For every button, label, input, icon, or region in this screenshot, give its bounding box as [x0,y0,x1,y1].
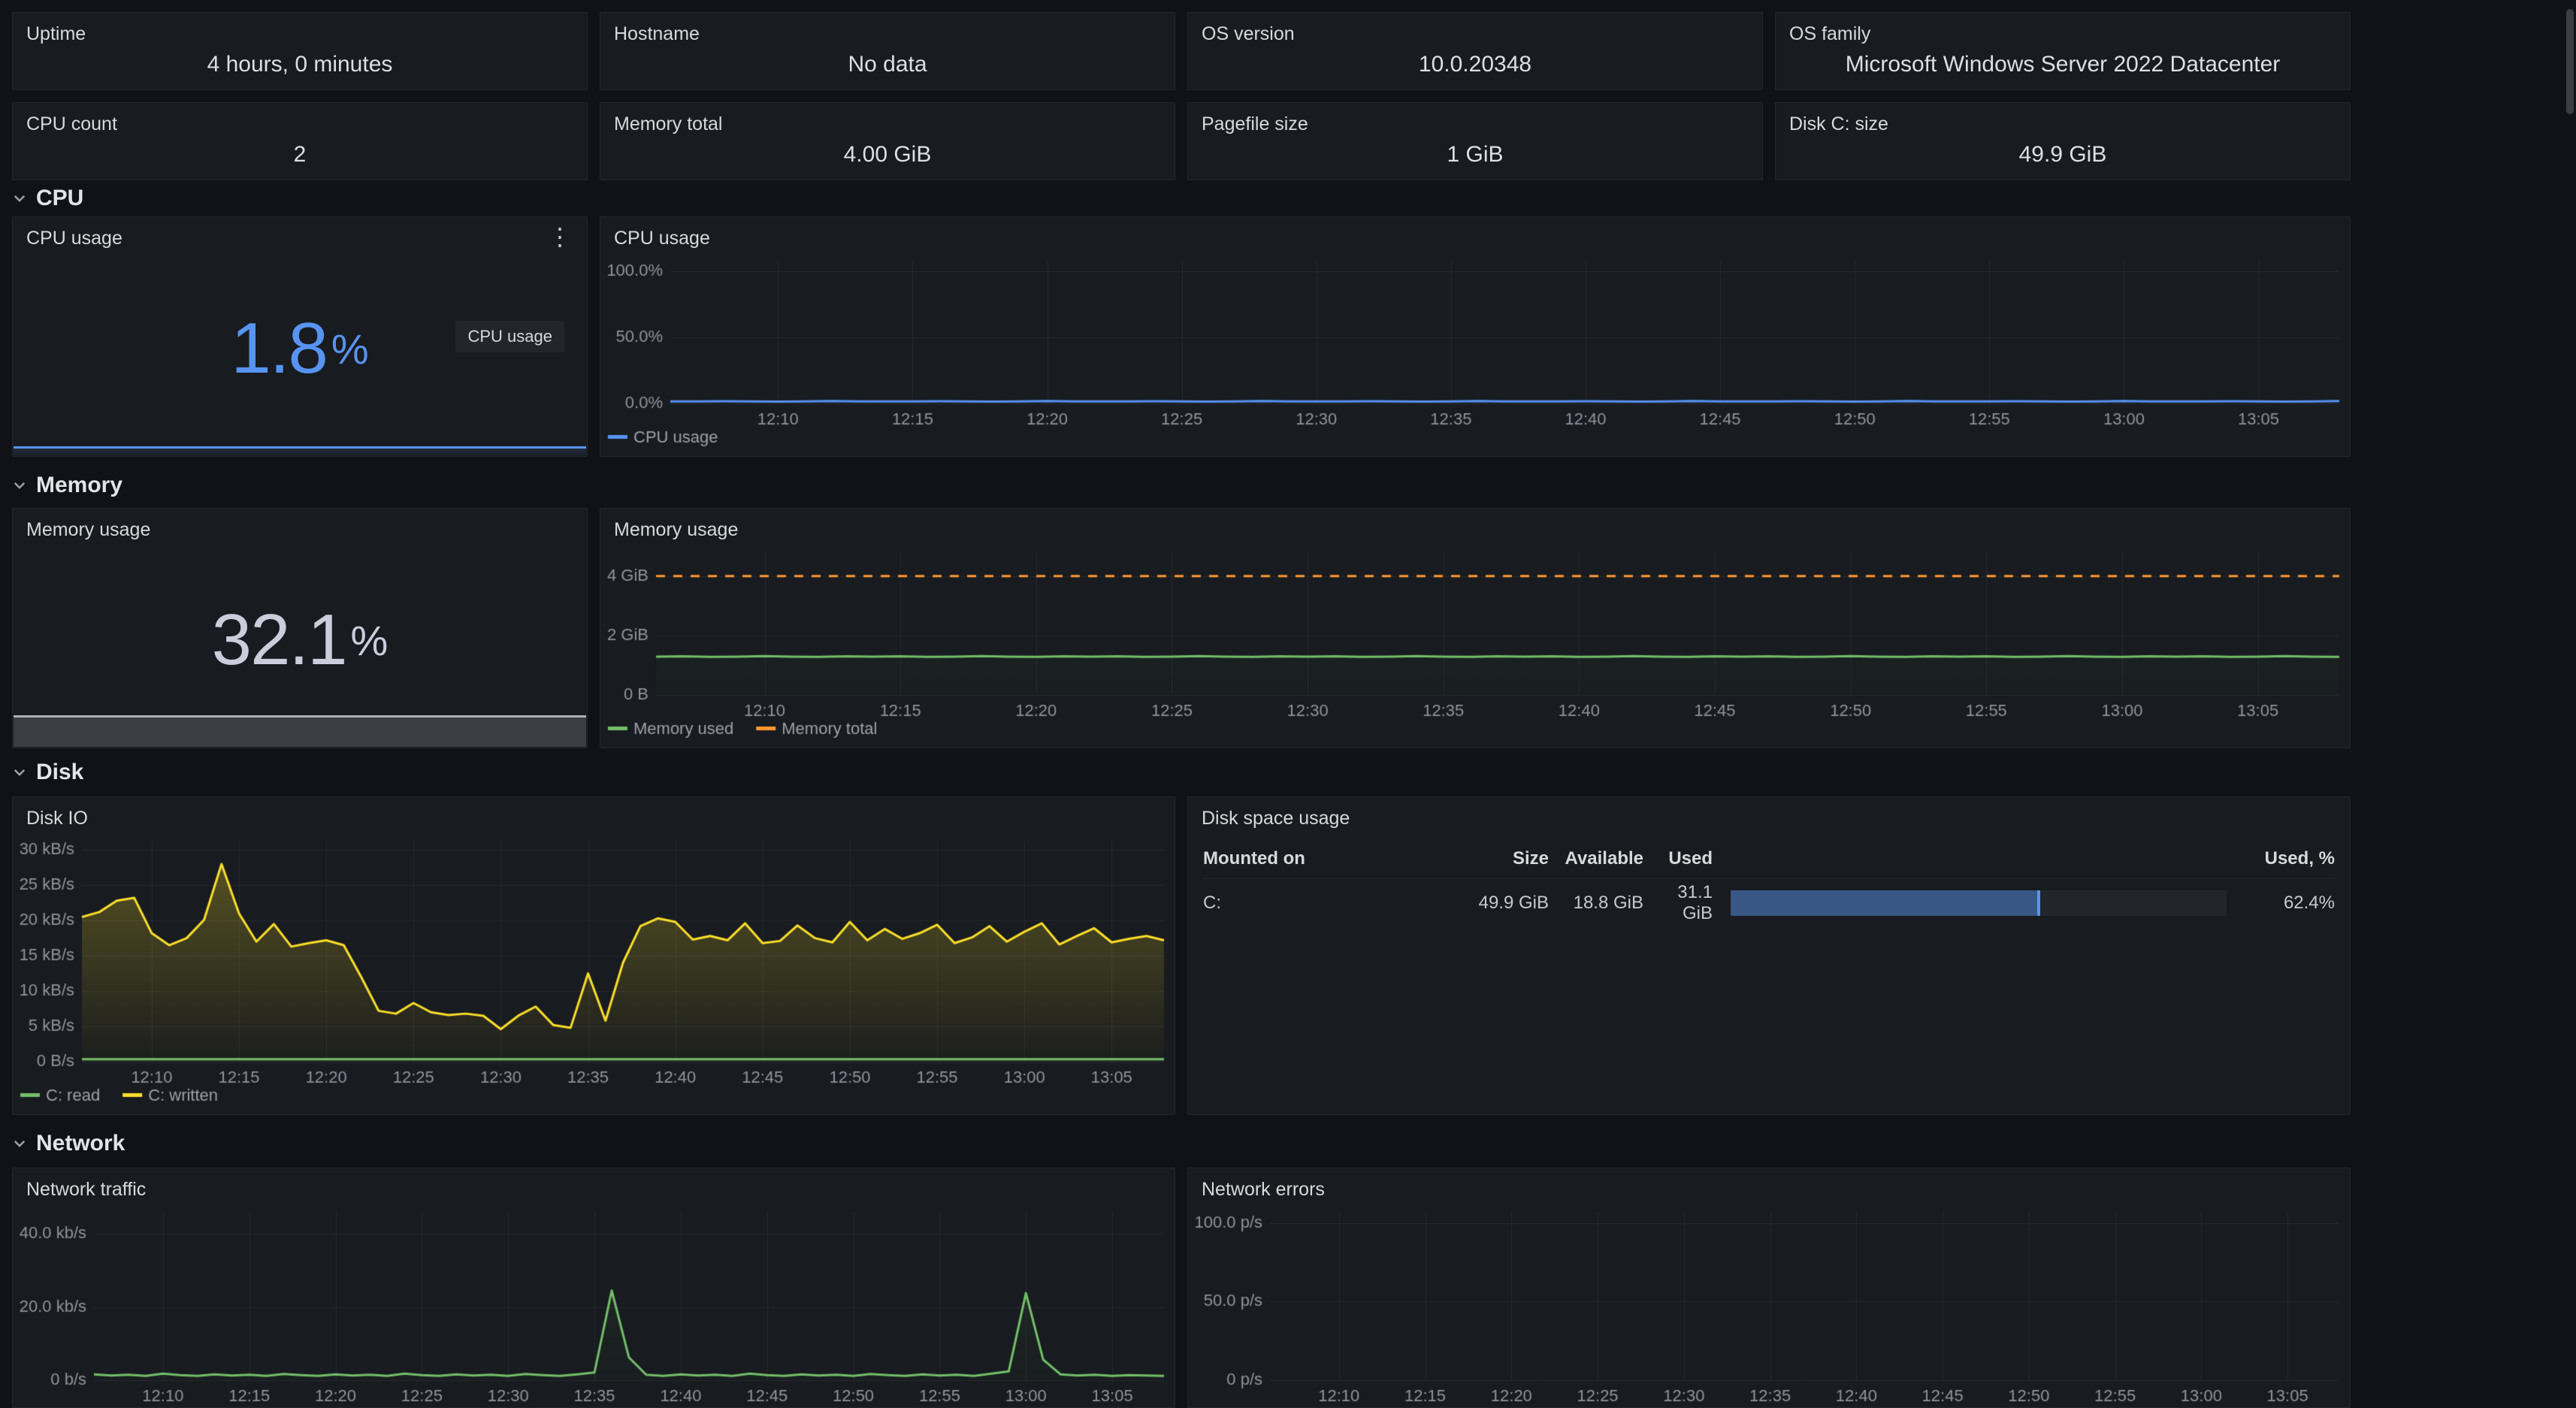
cpu-usage-stat-panel: CPU usage ⋮ 1.8 % CPU usage [12,216,588,457]
panel-title[interactable]: Uptime [13,13,587,45]
panel-title[interactable]: Memory usage [13,509,587,541]
col-header-available[interactable]: Available [1549,848,1643,869]
stat-value: 1 GiB [1188,135,1762,180]
col-header-used[interactable]: Used [1643,848,1713,869]
section-title: CPU [36,186,83,211]
disk-io-chart-panel: Disk IO [12,796,1175,1115]
disk-space-table: Mounted on Size Available Used Used, % C… [1203,839,2335,926]
cell-mounted-on: C: [1203,893,1444,914]
panel-title[interactable]: CPU usage [600,217,2350,249]
col-header-mounted-on[interactable]: Mounted on [1203,848,1444,869]
panel-title[interactable]: Network traffic [13,1168,1175,1201]
panel-title[interactable]: OS family [1776,13,2350,45]
chevron-down-icon [12,191,27,206]
col-header-size[interactable]: Size [1444,848,1549,869]
dashboard: Uptime 4 hours, 0 minutes Hostname No da… [12,0,2351,1408]
chevron-down-icon [12,478,27,493]
cpu-usage-chart[interactable] [600,253,2350,452]
stat-value: 4 hours, 0 minutes [13,45,587,89]
stat-panel-memory-total: Memory total 4.00 GiB [600,102,1175,180]
series-label-badge: CPU usage [455,321,564,352]
stat-value: 4.00 GiB [600,135,1175,180]
value-number: 32.1 [212,599,346,681]
section-title: Disk [36,760,83,785]
panel-title[interactable]: Pagefile size [1188,103,1762,135]
table-row: C: 49.9 GiB 18.8 GiB 31.1 GiB 62.4% [1203,878,2335,926]
panel-title[interactable]: Memory usage [600,509,2350,541]
stat-panel-cpu-count: CPU count 2 [12,102,588,180]
stat-value: Microsoft Windows Server 2022 Datacenter [1776,45,2350,89]
stat-panel-hostname: Hostname No data [600,12,1175,90]
section-header-memory[interactable]: Memory [12,473,2351,497]
panel-title[interactable]: Disk IO [13,797,1175,829]
stat-value: No data [600,45,1175,89]
stat-panel-os-family: OS family Microsoft Windows Server 2022 … [1775,12,2351,90]
network-traffic-chart-panel: Network traffic [12,1168,1175,1408]
memory-usage-chart[interactable] [600,545,2350,743]
cpu-row: CPU usage ⋮ 1.8 % CPU usage CPU usage [12,216,2351,457]
memory-sparkline [14,715,586,747]
stat-panel-os-version: OS version 10.0.20348 [1187,12,1763,90]
stat-value: 49.9 GiB [1776,135,2350,180]
chevron-down-icon [12,1136,27,1151]
table-header-row: Mounted on Size Available Used Used, % [1203,839,2335,878]
panel-title[interactable]: Disk space usage [1188,797,2350,829]
chevron-down-icon [12,765,27,780]
stat-value: 2 [13,135,587,180]
cpu-sparkline [14,446,586,455]
value-unit: % [351,616,389,665]
scrollbar-thumb[interactable] [2566,9,2574,114]
panel-title[interactable]: Memory total [600,103,1175,135]
panel-title[interactable]: Network errors [1188,1168,2350,1201]
stat-panel-pagefile-size: Pagefile size 1 GiB [1187,102,1763,180]
panel-title[interactable]: Hostname [600,13,1175,45]
cell-used: 31.1 GiB [1643,882,1713,924]
memory-usage-chart-panel: Memory usage [600,508,2351,748]
memory-usage-value: 32.1 % [13,545,587,736]
panel-title[interactable]: Disk C: size [1776,103,2350,135]
disk-row: Disk IO Disk space usage Mounted on Size… [12,796,2351,1115]
panel-title[interactable]: OS version [1188,13,1762,45]
col-header-used-pct[interactable]: Used, % [2245,848,2335,869]
disk-usage-gauge-track [1731,890,2227,916]
section-header-cpu[interactable]: CPU [12,186,2351,210]
section-title: Network [36,1131,125,1156]
panel-title[interactable]: CPU usage [13,217,587,249]
cell-size: 49.9 GiB [1444,893,1549,914]
panel-title[interactable]: CPU count [13,103,587,135]
network-errors-chart-panel: Network errors [1187,1168,2351,1408]
stat-panel-uptime: Uptime 4 hours, 0 minutes [12,12,588,90]
stat-panel-disk-c-size: Disk C: size 49.9 GiB [1775,102,2351,180]
value-number: 1.8 [231,307,326,390]
cell-used-pct: 62.4% [2245,893,2335,914]
kebab-menu-icon[interactable]: ⋮ [542,223,578,250]
cpu-usage-chart-panel: CPU usage [600,216,2351,457]
section-title: Memory [36,473,122,498]
disk-io-chart[interactable] [13,833,1175,1110]
section-header-disk[interactable]: Disk [12,760,2351,784]
disk-space-usage-panel: Disk space usage Mounted on Size Availab… [1187,796,2351,1115]
network-traffic-chart[interactable] [13,1204,1175,1403]
memory-usage-stat-panel: Memory usage 32.1 % [12,508,588,748]
cell-gauge [1713,890,2245,916]
network-row: Network traffic Network errors [12,1168,2351,1408]
stat-value: 10.0.20348 [1188,45,1762,89]
cell-available: 18.8 GiB [1549,893,1643,914]
value-unit: % [331,325,369,373]
stats-grid: Uptime 4 hours, 0 minutes Hostname No da… [12,0,2351,180]
section-header-network[interactable]: Network [12,1132,2351,1156]
network-errors-chart[interactable] [1188,1204,2350,1403]
disk-usage-gauge-fill [1731,890,2040,916]
memory-row: Memory usage 32.1 % Memory usage [12,508,2351,748]
